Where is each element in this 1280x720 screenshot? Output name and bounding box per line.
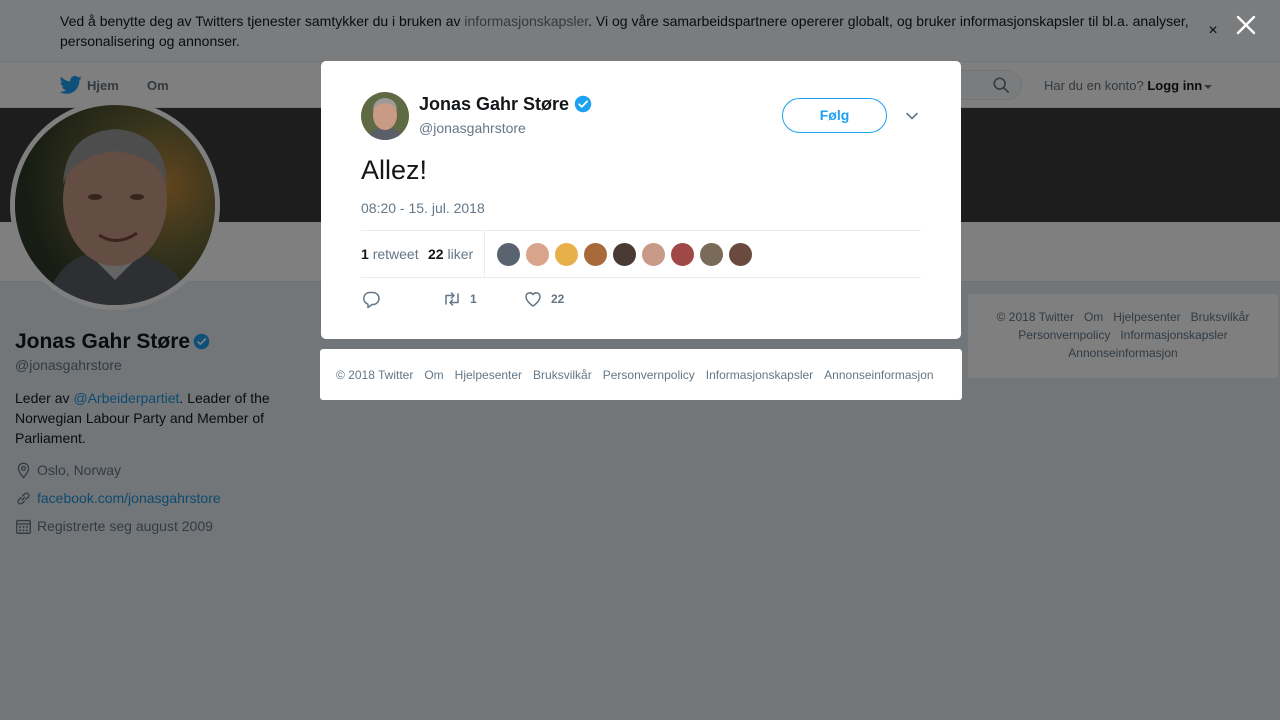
tweet-text: Allez! — [361, 155, 428, 185]
liker-avatar[interactable] — [728, 242, 753, 267]
verified-badge-icon — [574, 95, 592, 113]
retweet-icon — [445, 292, 459, 306]
tweet-stats: 1 retweet 22 liker — [361, 230, 921, 278]
liker-avatar[interactable] — [583, 242, 608, 267]
likes-stat[interactable]: 22 liker — [428, 246, 473, 262]
tweet-author-handle[interactable]: @jonasgahrstore — [419, 120, 526, 136]
modal-footer-links: © 2018 Twitter Om Hjelpesenter Bruksvilkår P… — [336, 368, 945, 382]
modal-footer-link-privacy[interactable]: Personvernpolicy — [603, 368, 695, 382]
liker-avatar[interactable] — [641, 242, 666, 267]
retweet-action-count: 1 — [470, 292, 477, 306]
like-action-count: 22 — [551, 292, 565, 306]
tweet-timestamp[interactable]: 08:20 - 15. jul. 2018 — [361, 200, 485, 216]
modal-footer-link-about[interactable]: Om — [424, 368, 443, 382]
follow-button[interactable]: Følg — [782, 98, 887, 133]
modal-footer-link-help[interactable]: Hjelpesenter — [455, 368, 522, 382]
modal-footer: © 2018 Twitter Om Hjelpesenter Bruksvilkår P… — [320, 349, 962, 400]
retweet-label: retweet — [372, 246, 419, 262]
tweet-author-name[interactable]: Jonas Gahr Støre — [419, 94, 569, 115]
like-label: liker — [447, 246, 474, 262]
liker-avatar[interactable] — [670, 242, 695, 267]
retweet-count: 1 — [361, 246, 369, 262]
modal-footer-link-cookies[interactable]: Informasjonskapsler — [706, 368, 813, 382]
liker-avatar[interactable] — [525, 242, 550, 267]
modal-footer-link-terms[interactable]: Bruksvilkår — [533, 368, 592, 382]
tweet-author-photo — [361, 92, 409, 140]
liker-avatar[interactable] — [554, 242, 579, 267]
modal-footer-link-ads-info[interactable]: Annonseinformasjon — [824, 368, 933, 382]
liker-avatar[interactable] — [612, 242, 637, 267]
tweet-author-avatar[interactable] — [361, 92, 409, 140]
tweet-modal: Jonas Gahr Støre @jonasgahrstore Følg Al… — [321, 61, 961, 339]
liker-avatar[interactable] — [699, 242, 724, 267]
liker-avatar[interactable] — [496, 242, 521, 267]
close-icon[interactable] — [1234, 13, 1258, 37]
reply-icon — [362, 291, 380, 309]
retweet-stat[interactable]: 1 retweet — [361, 246, 419, 262]
like-count: 22 — [428, 246, 444, 262]
modal-footer-copyright: © 2018 Twitter — [336, 368, 414, 382]
stats-divider — [484, 231, 485, 277]
chevron-down-icon[interactable] — [904, 108, 920, 124]
heart-icon — [525, 292, 541, 307]
